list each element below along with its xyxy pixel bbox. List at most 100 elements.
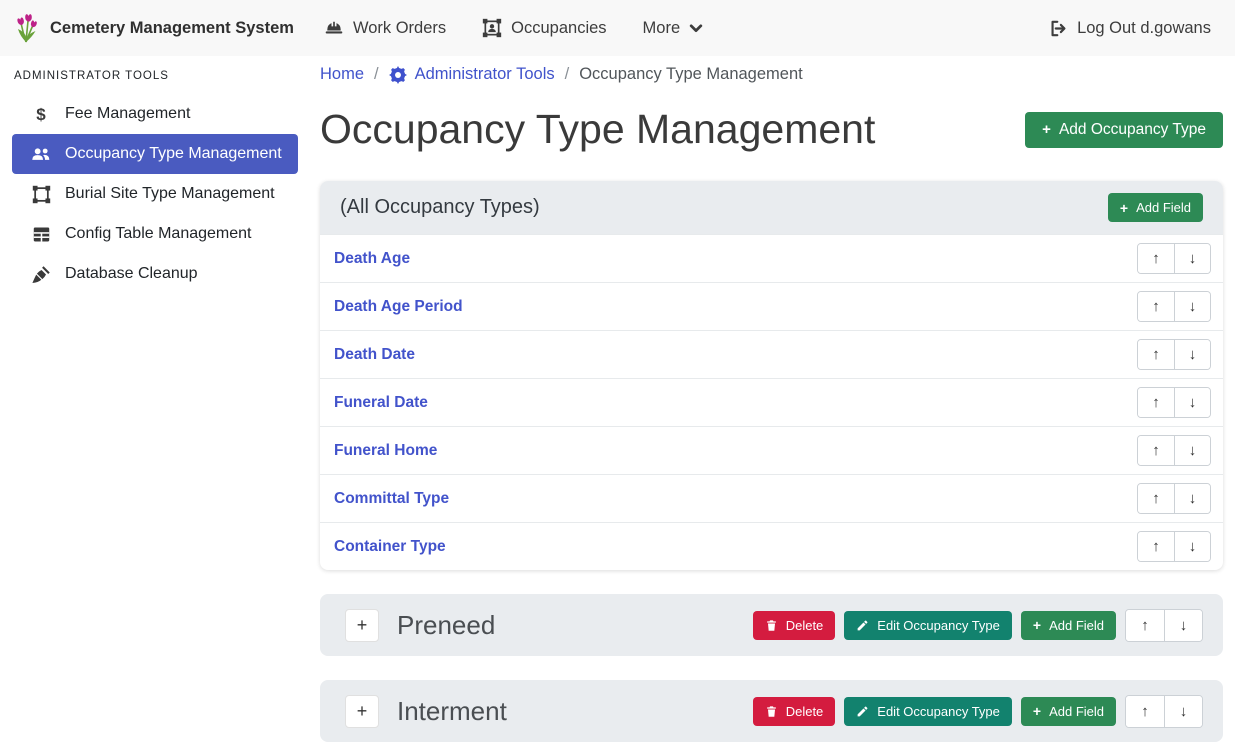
delete-button[interactable]: Delete	[753, 611, 836, 640]
move-down-button[interactable]: ↓	[1174, 340, 1210, 369]
delete-button[interactable]: Delete	[753, 697, 836, 726]
breadcrumb-home[interactable]: Home	[320, 65, 364, 84]
chevron-down-icon	[689, 21, 703, 35]
section-title: Preneed	[397, 610, 495, 641]
gear-icon	[389, 66, 407, 84]
reorder-button-group: ↑ ↓	[1137, 243, 1211, 274]
field-row: Death Date ↑ ↓	[320, 330, 1223, 378]
field-row: Funeral Home ↑ ↓	[320, 426, 1223, 474]
top-navbar: Cemetery Management System Work Orders	[0, 0, 1235, 56]
nav-work-orders[interactable]: Work Orders	[324, 18, 446, 38]
vector-square-icon	[30, 185, 52, 204]
move-up-button[interactable]: ↑	[1138, 292, 1174, 321]
button-label: Delete	[786, 618, 824, 633]
button-label: Add Field	[1049, 618, 1104, 633]
move-up-button[interactable]: ↑	[1138, 244, 1174, 273]
breadcrumb-current: Occupancy Type Management	[579, 65, 803, 84]
reorder-button-group: ↑ ↓	[1137, 531, 1211, 562]
breadcrumb-administrator-tools[interactable]: Administrator Tools	[389, 65, 555, 84]
add-field-button[interactable]: + Add Field	[1108, 193, 1203, 222]
nav-label: Occupancies	[511, 19, 606, 38]
move-up-button[interactable]: ↑	[1138, 340, 1174, 369]
users-icon	[30, 147, 52, 161]
reorder-button-group: ↑ ↓	[1125, 695, 1203, 728]
breadcrumb-separator: /	[565, 65, 570, 84]
button-label: Add Field	[1049, 704, 1104, 719]
sidebar-item-database-cleanup[interactable]: Database Cleanup	[12, 254, 298, 294]
section-actions: Delete Edit Occupancy Type + Add Field ↑…	[753, 609, 1203, 642]
reorder-button-group: ↑ ↓	[1137, 291, 1211, 322]
plus-icon: +	[1120, 201, 1128, 215]
button-label: Add Occupancy Type	[1059, 121, 1206, 139]
move-down-button[interactable]: ↓	[1164, 696, 1202, 727]
move-down-button[interactable]: ↓	[1174, 388, 1210, 417]
sidebar-item-label: Config Table Management	[65, 225, 252, 243]
field-link-funeral-home[interactable]: Funeral Home	[334, 442, 437, 460]
sidebar-item-config-table-management[interactable]: Config Table Management	[12, 214, 298, 254]
pencil-icon	[856, 619, 869, 632]
field-link-death-date[interactable]: Death Date	[334, 346, 415, 364]
section-title: Interment	[397, 696, 507, 727]
move-down-button[interactable]: ↓	[1174, 436, 1210, 465]
plus-icon: +	[1042, 122, 1051, 137]
tulip-logo-icon	[14, 13, 40, 44]
field-row: Death Age ↑ ↓	[320, 234, 1223, 282]
button-label: Add Field	[1136, 200, 1191, 215]
reorder-button-group: ↑ ↓	[1137, 387, 1211, 418]
move-down-button[interactable]: ↓	[1174, 244, 1210, 273]
sidebar-item-label: Burial Site Type Management	[65, 185, 275, 203]
sidebar-item-label: Database Cleanup	[65, 265, 198, 283]
plus-icon: +	[1033, 618, 1041, 632]
move-down-button[interactable]: ↓	[1164, 610, 1202, 641]
logout-button[interactable]: Log Out d.gowans	[1049, 19, 1211, 38]
field-link-container-type[interactable]: Container Type	[334, 538, 446, 556]
section-preneed: + Preneed Delete Edit	[320, 594, 1223, 656]
button-label: Delete	[786, 704, 824, 719]
field-link-funeral-date[interactable]: Funeral Date	[334, 394, 428, 412]
reorder-button-group: ↑ ↓	[1137, 483, 1211, 514]
move-up-button[interactable]: ↑	[1126, 696, 1164, 727]
reorder-button-group: ↑ ↓	[1137, 435, 1211, 466]
sidebar-item-occupancy-type-management[interactable]: Occupancy Type Management	[12, 134, 298, 174]
nav-more[interactable]: More	[643, 19, 704, 38]
edit-occupancy-type-button[interactable]: Edit Occupancy Type	[844, 697, 1012, 726]
breadcrumb-label: Administrator Tools	[415, 65, 555, 84]
button-label: Edit Occupancy Type	[877, 704, 1000, 719]
field-link-death-age[interactable]: Death Age	[334, 250, 410, 268]
main-nav: Work Orders Occupancies More	[324, 18, 703, 38]
add-field-button[interactable]: + Add Field	[1021, 611, 1116, 640]
sidebar-item-burial-site-type-management[interactable]: Burial Site Type Management	[12, 174, 298, 214]
move-up-button[interactable]: ↑	[1138, 436, 1174, 465]
page-header: Occupancy Type Management + Add Occupanc…	[320, 104, 1223, 155]
move-up-button[interactable]: ↑	[1138, 388, 1174, 417]
field-link-death-age-period[interactable]: Death Age Period	[334, 298, 463, 316]
logout-label: Log Out d.gowans	[1077, 19, 1211, 38]
field-link-committal-type[interactable]: Committal Type	[334, 490, 449, 508]
move-down-button[interactable]: ↓	[1174, 484, 1210, 513]
move-down-button[interactable]: ↓	[1174, 532, 1210, 561]
main-content: Home / Administrator Tools / Occupancy T…	[320, 56, 1223, 742]
sidebar-item-fee-management[interactable]: $ Fee Management	[12, 94, 298, 134]
add-field-button[interactable]: + Add Field	[1021, 697, 1116, 726]
sidebar-item-label: Fee Management	[65, 105, 190, 123]
breadcrumb-label: Home	[320, 65, 364, 84]
edit-occupancy-type-button[interactable]: Edit Occupancy Type	[844, 611, 1012, 640]
field-row: Death Age Period ↑ ↓	[320, 282, 1223, 330]
nav-occupancies[interactable]: Occupancies	[482, 18, 606, 38]
move-down-button[interactable]: ↓	[1174, 292, 1210, 321]
dollar-icon: $	[30, 106, 52, 123]
expand-button[interactable]: +	[345, 609, 379, 642]
sidebar-heading: ADMINISTRATOR TOOLS	[14, 70, 298, 82]
sidebar: ADMINISTRATOR TOOLS $ Fee Management Occ…	[0, 56, 310, 294]
app-brand[interactable]: Cemetery Management System	[14, 13, 294, 44]
move-up-button[interactable]: ↑	[1138, 532, 1174, 561]
move-up-button[interactable]: ↑	[1138, 484, 1174, 513]
all-occupancy-types-card: (All Occupancy Types) + Add Field Death …	[320, 181, 1223, 570]
sidebar-item-label: Occupancy Type Management	[65, 145, 282, 163]
field-row: Funeral Date ↑ ↓	[320, 378, 1223, 426]
move-up-button[interactable]: ↑	[1126, 610, 1164, 641]
expand-button[interactable]: +	[345, 695, 379, 728]
nav-label: Work Orders	[353, 19, 446, 38]
trash-icon	[765, 705, 778, 718]
add-occupancy-type-button[interactable]: + Add Occupancy Type	[1025, 112, 1223, 148]
